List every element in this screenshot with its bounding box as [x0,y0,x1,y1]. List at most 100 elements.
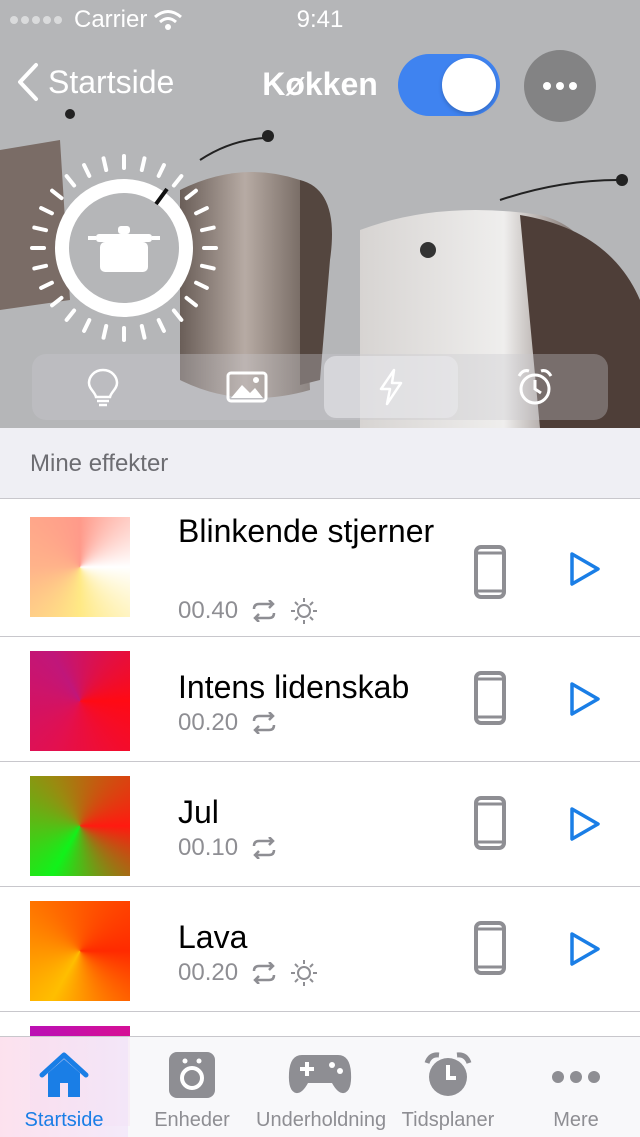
dial-tick [184,188,198,201]
tab-label: Startside [24,1109,104,1131]
lightbulb-icon [87,368,119,407]
effect-meta: 00.40 [178,597,318,625]
brightness-icon [291,598,318,624]
room-header-image: Carrier 9:41 Startside Køkken [0,0,640,428]
alarm-clock-icon [517,369,553,405]
repeat-icon [252,837,276,859]
tab-tidsplaner[interactable]: Tidsplaner [384,1037,512,1137]
effect-row[interactable]: Blinkende stjerner 00.40 [0,499,640,637]
dial-tick [194,280,209,290]
mode-tab-effects[interactable] [324,356,458,418]
effect-duration: 00.20 [178,959,239,986]
repeat-icon [252,712,276,734]
play-button[interactable] [568,551,602,587]
section-title: Mine effekter [30,450,169,477]
effect-meta: 00.20 [178,959,318,987]
dial-tick [39,280,54,290]
dial-tick [199,263,216,271]
ellipsis-icon [543,82,577,90]
phone-icon[interactable] [474,545,506,599]
dial-tick [156,163,166,178]
dial-tick [184,295,198,308]
effect-name: Blinkende stjerner [178,513,435,549]
repeat-icon [252,962,276,984]
dial-tick [101,323,109,340]
tab-mere[interactable]: Mere [512,1037,640,1137]
dial-tick [64,308,77,322]
effect-name: Intens lidenskab [178,669,410,705]
effect-thumbnail [30,776,130,876]
more-options-button[interactable] [524,50,596,122]
effect-meta: 00.20 [178,709,278,737]
effect-row[interactable]: Intens lidenskab 00.20 [0,637,640,762]
tab-label: Enheder [154,1109,230,1131]
effect-duration: 00.10 [178,834,239,861]
dial-tick [156,318,166,333]
phone-icon[interactable] [474,796,506,850]
back-button[interactable]: Startside [16,62,174,102]
effect-row[interactable]: Jul 00.10 [0,762,640,887]
bolt-icon [379,368,403,406]
page-title: Køkken [262,66,378,102]
mode-tab-light[interactable] [36,356,170,418]
effect-name: Jul [178,794,219,830]
back-label: Startside [48,63,175,100]
toggle-knob [442,58,496,112]
clock: 9:41 [296,6,344,33]
section-header: Mine effekter [0,428,640,499]
alarm-clock-icon [424,1052,472,1096]
effect-duration: 00.20 [178,709,239,736]
effect-meta: 00.10 [178,834,278,862]
tab-label: Mere [553,1109,599,1131]
dial-tick [64,174,77,188]
effect-thumbnail [30,901,130,1001]
effect-row[interactable]: Lava 00.20 [0,887,640,1012]
dial-tick [32,225,49,233]
image-icon [226,371,268,403]
mode-segmented-control [32,354,608,420]
chevron-left-icon [18,63,38,101]
effect-thumbnail [30,517,130,617]
mode-tab-schedule[interactable] [468,356,602,418]
phone-icon[interactable] [474,671,506,725]
pot-icon [88,226,160,272]
repeat-icon [252,600,276,622]
effect-name: Lava [178,919,248,955]
dial-tick [82,163,92,178]
dial-tick [171,174,184,188]
dial-tick [50,295,64,308]
dial-tick [139,156,147,173]
dial-tick [139,323,147,340]
effects-list: Blinkende stjerner 00.40 Intens lidenska… [0,499,640,1126]
tab-underholdning[interactable]: Underholdning [256,1037,387,1137]
play-button[interactable] [568,681,602,717]
tab-label: Tidsplaner [401,1109,495,1131]
dial-tick [199,225,216,233]
device-icon [169,1052,215,1098]
home-icon [39,1052,89,1097]
dial-tick [171,308,184,322]
more-dots-icon [552,1071,600,1083]
dial-tick [194,206,209,216]
mode-tab-scenes[interactable] [180,356,314,418]
effect-duration: 00.40 [178,597,239,624]
brightness-dial[interactable] [28,152,220,344]
status-bar: Carrier 9:41 [0,0,640,40]
play-button[interactable] [568,806,602,842]
effect-thumbnail [30,651,130,751]
dial-tick [50,188,64,201]
phone-icon[interactable] [474,921,506,975]
dial-tick [32,263,49,271]
play-button[interactable] [568,931,602,967]
tab-enheder[interactable]: Enheder [128,1037,256,1137]
dial-tick [82,318,92,333]
brightness-icon [291,960,318,986]
tab-startside[interactable]: Startside [0,1037,128,1137]
power-toggle[interactable] [398,54,500,116]
dial-tick [39,206,54,216]
navigation-bar: Startside Køkken [0,50,640,122]
dial-tick [101,156,109,173]
tab-bar: Startside Enheder Underholdning Tidsplan… [0,1036,640,1137]
gamepad-icon [288,1055,352,1094]
tab-label: Underholdning [256,1109,387,1131]
